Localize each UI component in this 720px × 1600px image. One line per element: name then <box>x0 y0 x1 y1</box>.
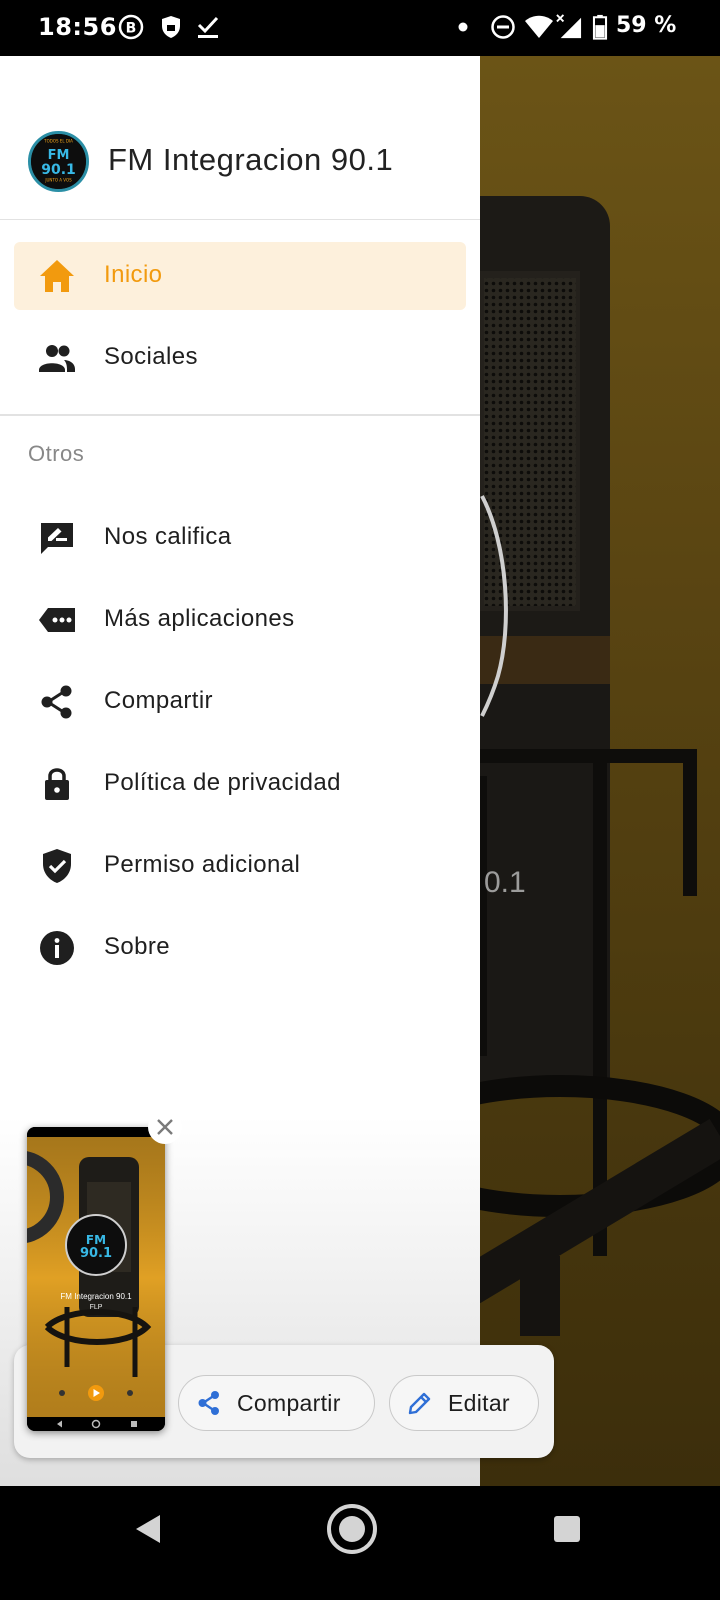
battery-percentage: 59 % <box>616 13 677 38</box>
back-button[interactable] <box>132 1513 164 1545</box>
thumbnail-subtitle: FLP <box>89 1304 103 1311</box>
screenshot-thumbnail[interactable]: FM 90.1 FM Integracion 90.1 FLP <box>27 1127 165 1431</box>
share-button-label: Compartir <box>237 1390 341 1416</box>
share-icon <box>41 685 72 719</box>
app-title: FM Integracion 90.1 <box>108 142 394 177</box>
check-download-icon <box>197 16 219 38</box>
share-screenshot-button[interactable]: Compartir <box>178 1375 375 1431</box>
thumbnail-title: FM Integracion 90.1 <box>60 1292 132 1301</box>
nav-item-label: Inicio <box>104 261 163 288</box>
status-time: 18:56 <box>38 13 117 41</box>
status-bar: 18:56 B 59 % <box>0 0 720 56</box>
svg-text:JUNTO A VOS: JUNTO A VOS <box>44 178 72 183</box>
nav-item-sociales[interactable]: Sociales <box>14 324 466 392</box>
edit-screenshot-button[interactable]: Editar <box>389 1375 539 1431</box>
nav-item-permiso-adicional[interactable]: Permiso adicional <box>14 832 466 900</box>
nav-item-label: Más aplicaciones <box>104 605 295 632</box>
nav-item-sobre[interactable]: Sobre <box>14 914 466 982</box>
system-navigation-bar <box>0 1486 720 1600</box>
wifi-icon <box>525 15 553 38</box>
svg-text:90.1: 90.1 <box>80 1246 112 1261</box>
do-not-disturb-icon <box>491 15 515 39</box>
nav-item-politica-de-privacidad[interactable]: Política de privacidad <box>14 750 466 818</box>
info-icon <box>40 931 74 965</box>
nav-item-label: Sobre <box>104 933 171 960</box>
svg-text:FM: FM <box>48 148 70 163</box>
nav-item-compartir[interactable]: Compartir <box>14 668 466 736</box>
app-logo: TODOS EL DIA FM 90.1 JUNTO A VOS <box>28 131 89 192</box>
svg-text:TODOS EL DIA: TODOS EL DIA <box>43 139 73 144</box>
people-icon <box>39 345 75 372</box>
background-station-name: 0.1 <box>484 866 526 899</box>
section-title-otros: Otros <box>28 441 85 466</box>
share-icon <box>198 1391 219 1415</box>
nav-item-mas-aplicaciones[interactable]: Más aplicaciones <box>14 586 466 654</box>
recents-button[interactable] <box>553 1515 581 1543</box>
lock-icon <box>45 768 69 800</box>
nav-item-label: Sociales <box>104 343 198 370</box>
battery-icon <box>592 14 608 40</box>
signal-icon <box>556 14 582 39</box>
close-icon <box>157 1119 173 1135</box>
svg-text:B: B <box>126 21 137 37</box>
home-button[interactable] <box>325 1502 379 1556</box>
dot-icon <box>458 22 468 32</box>
nav-item-label: Compartir <box>104 687 213 714</box>
nav-item-nos-califica[interactable]: Nos califica <box>14 504 466 572</box>
shield-icon <box>162 16 180 38</box>
verified-shield-icon <box>43 849 71 883</box>
drawer-header: TODOS EL DIA FM 90.1 JUNTO A VOS FM Inte… <box>0 56 480 220</box>
b-icon: B <box>118 14 144 40</box>
drawer-divider <box>0 414 480 416</box>
nav-item-inicio[interactable]: Inicio <box>14 242 466 310</box>
svg-text:90.1: 90.1 <box>41 162 76 178</box>
rate-review-icon <box>41 523 73 554</box>
edit-button-label: Editar <box>448 1390 510 1416</box>
svg-text:FM: FM <box>86 1233 106 1247</box>
nav-item-label: Nos califica <box>104 523 232 550</box>
nav-item-label: Permiso adicional <box>104 851 301 878</box>
dismiss-screenshot-button[interactable] <box>148 1110 182 1144</box>
more-apps-icon <box>39 608 75 632</box>
pencil-icon <box>408 1392 431 1415</box>
home-icon <box>40 260 74 292</box>
nav-item-label: Política de privacidad <box>104 769 341 796</box>
